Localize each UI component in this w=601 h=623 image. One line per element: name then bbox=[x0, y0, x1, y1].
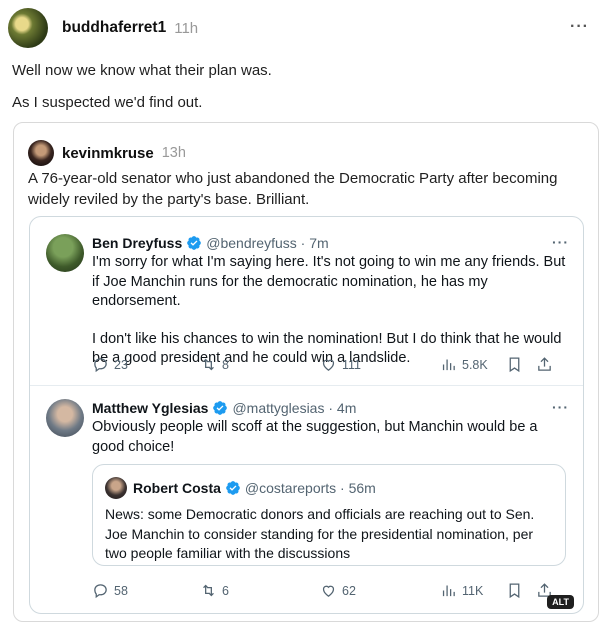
quoted-post-card[interactable]: kevinmkruse 13h A 76-year-old senator wh… bbox=[13, 122, 599, 622]
tweet-text: I'm sorry for what I'm saying here. It's… bbox=[92, 253, 570, 369]
quote-text: A 76-year-old senator who just abandoned… bbox=[28, 170, 558, 208]
tweet-author-name[interactable]: Matthew Yglesias bbox=[92, 400, 208, 416]
views-icon bbox=[442, 585, 455, 597]
tweet-handle[interactable]: @bendreyfuss · 7m bbox=[206, 235, 328, 251]
verified-icon bbox=[226, 481, 240, 495]
reply-count: 23 bbox=[114, 357, 128, 372]
tweet-paragraph: I'm sorry for what I'm saying here. It's… bbox=[92, 254, 566, 309]
verified-icon bbox=[187, 236, 202, 250]
views-count: 5.8K bbox=[462, 357, 488, 372]
post-header: buddhaferret1 11h bbox=[8, 8, 198, 48]
bookmark-button[interactable] bbox=[506, 582, 523, 599]
reply-icon bbox=[94, 358, 107, 373]
avatar[interactable] bbox=[46, 399, 84, 437]
nested-tweet-header: Robert Costa @costareports · 56m bbox=[105, 477, 376, 499]
post-text-line-2: As I suspected we'd find out. bbox=[12, 94, 203, 111]
nested-handle[interactable]: @costareports · 56m bbox=[245, 480, 376, 496]
views-icon bbox=[442, 359, 455, 371]
more-icon[interactable]: ··· bbox=[552, 399, 569, 415]
quote-header: kevinmkruse 13h bbox=[28, 140, 186, 166]
avatar[interactable] bbox=[105, 477, 127, 499]
repost-icon bbox=[203, 358, 214, 371]
embedded-tweet-thread[interactable]: Ben Dreyfuss @bendreyfuss · 7m ··· I'm s… bbox=[29, 216, 584, 614]
verified-icon bbox=[213, 401, 228, 415]
bookmark-button[interactable] bbox=[506, 356, 523, 373]
share-icon bbox=[538, 357, 551, 371]
post-username[interactable]: buddhaferret1 bbox=[62, 19, 166, 37]
more-icon[interactable]: ··· bbox=[570, 18, 589, 36]
like-icon bbox=[322, 585, 335, 597]
tweet-header: Ben Dreyfuss @bendreyfuss · 7m bbox=[92, 235, 329, 251]
repost-count: 6 bbox=[222, 583, 229, 598]
reply-count: 58 bbox=[114, 583, 128, 598]
nested-quoted-tweet[interactable]: Robert Costa @costareports · 56m News: s… bbox=[92, 464, 566, 566]
tweet-header: Matthew Yglesias @mattyglesias · 4m bbox=[92, 400, 356, 416]
tweet-actions: 58 6 62 11K bbox=[92, 582, 570, 602]
repost-button[interactable]: 6 bbox=[200, 582, 229, 599]
share-button[interactable] bbox=[536, 356, 553, 373]
like-icon bbox=[322, 359, 335, 371]
tweet-paragraph: Obviously people will scoff at the sugge… bbox=[92, 419, 538, 455]
repost-count: 8 bbox=[222, 357, 229, 372]
views-button[interactable]: 11K bbox=[440, 582, 483, 599]
tweet-actions: 23 8 111 5.8K bbox=[92, 356, 570, 376]
post-timestamp[interactable]: 11h bbox=[174, 20, 198, 37]
like-count: 62 bbox=[342, 583, 356, 598]
more-icon[interactable]: ··· bbox=[552, 234, 569, 250]
avatar[interactable] bbox=[28, 140, 54, 166]
views-button[interactable]: 5.8K bbox=[440, 356, 488, 373]
tweet-author-name[interactable]: Ben Dreyfuss bbox=[92, 235, 182, 251]
like-button[interactable]: 111 bbox=[320, 356, 361, 373]
divider bbox=[30, 385, 583, 386]
tweet-handle[interactable]: @mattyglesias · 4m bbox=[232, 400, 356, 416]
nested-tweet-text: News: some Democratic donors and officia… bbox=[105, 506, 535, 561]
quote-timestamp[interactable]: 13h bbox=[162, 145, 186, 161]
alt-text-badge[interactable]: ALT bbox=[547, 595, 574, 609]
bookmark-icon bbox=[509, 357, 520, 373]
nested-author-name[interactable]: Robert Costa bbox=[133, 480, 221, 496]
avatar[interactable] bbox=[8, 8, 48, 48]
reply-icon bbox=[94, 584, 107, 599]
reply-button[interactable]: 58 bbox=[92, 582, 128, 599]
post-text-line-1: Well now we know what their plan was. bbox=[12, 62, 272, 79]
like-button[interactable]: 62 bbox=[320, 582, 356, 599]
repost-icon bbox=[203, 584, 214, 597]
quote-username[interactable]: kevinmkruse bbox=[62, 145, 154, 162]
reply-button[interactable]: 23 bbox=[92, 356, 128, 373]
avatar[interactable] bbox=[46, 234, 84, 272]
repost-button[interactable]: 8 bbox=[200, 356, 229, 373]
like-count: 111 bbox=[342, 357, 362, 372]
views-count: 11K bbox=[462, 583, 484, 598]
bookmark-icon bbox=[509, 583, 520, 599]
tweet-text: Obviously people will scoff at the sugge… bbox=[92, 418, 570, 457]
